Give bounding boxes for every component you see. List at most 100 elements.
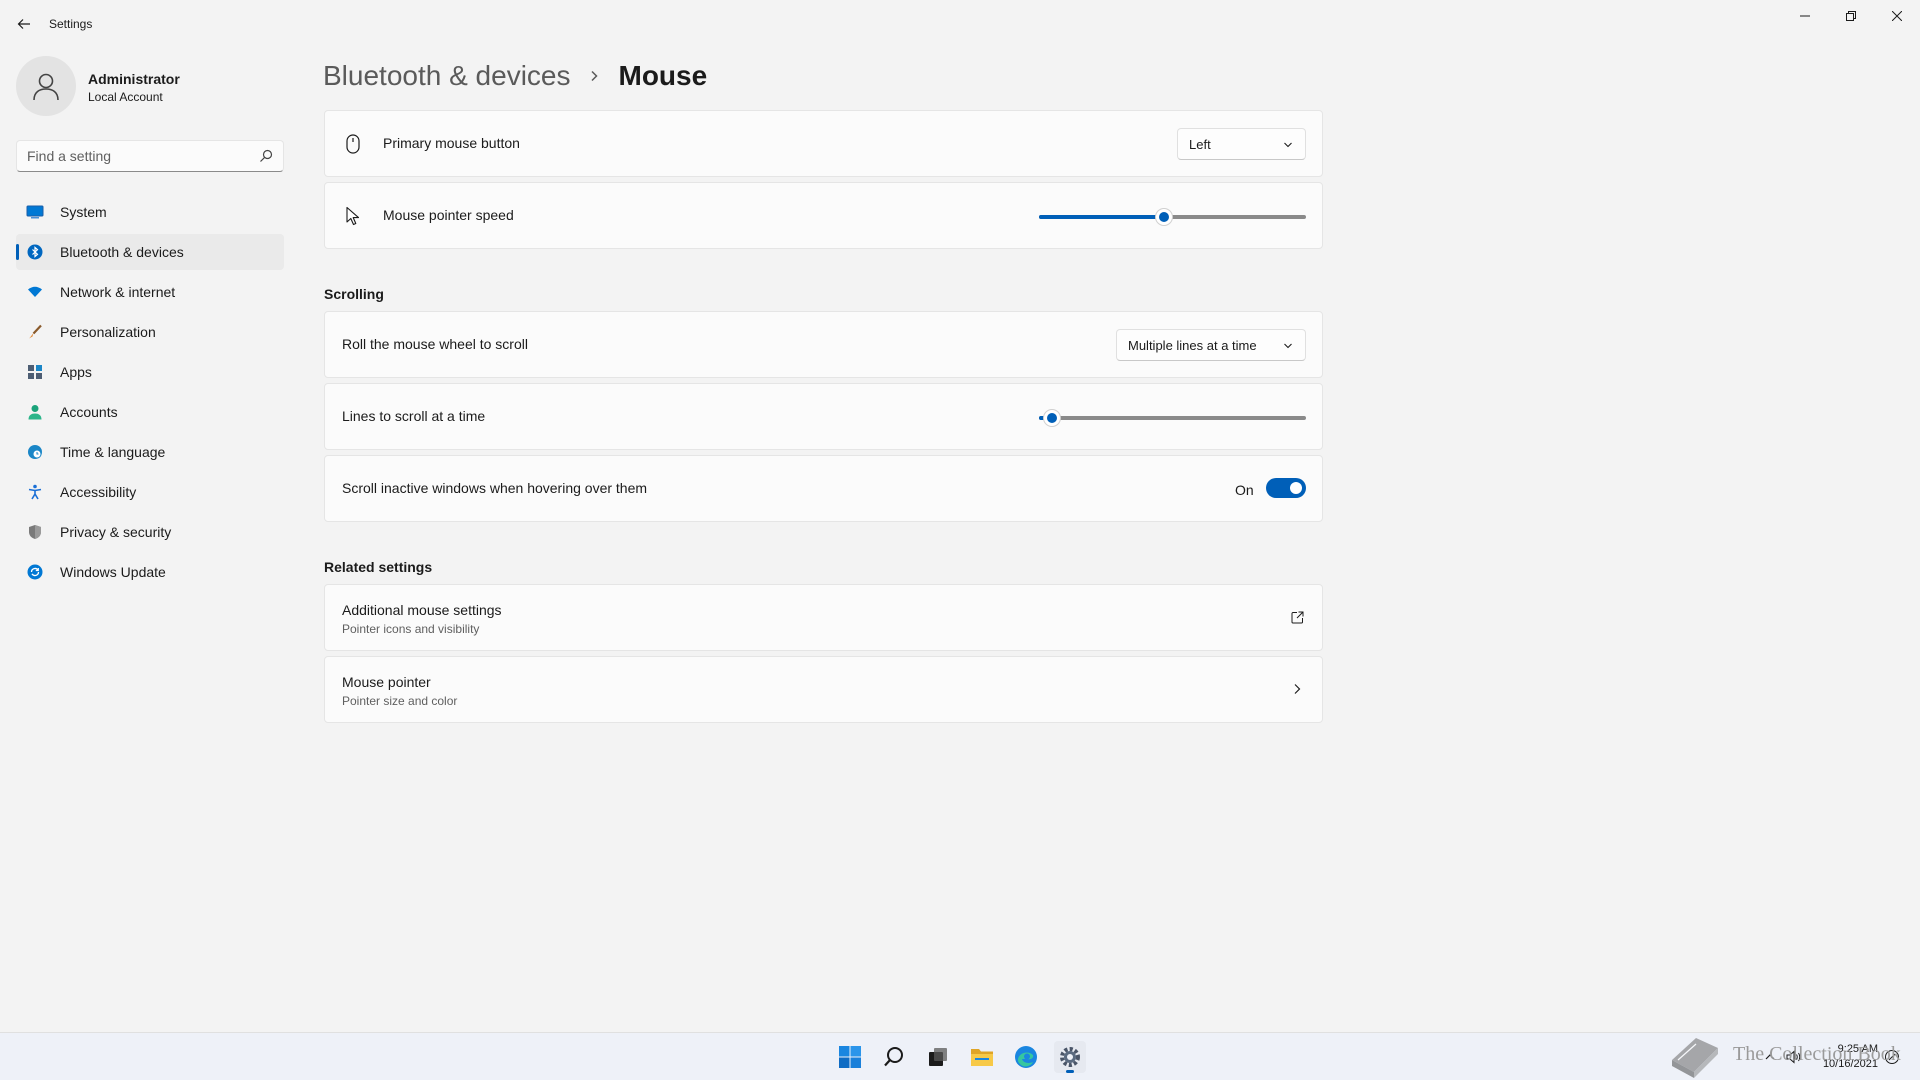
sidebar-item-label: Apps — [60, 364, 92, 380]
additional-mouse-settings-card[interactable]: Additional mouse settings Pointer icons … — [324, 584, 1323, 651]
apps-icon — [26, 363, 44, 381]
mouse-pointer-card[interactable]: Mouse pointer Pointer size and color — [324, 656, 1323, 723]
toggle-state-label: On — [1235, 482, 1254, 498]
primary-mouse-button-label: Primary mouse button — [383, 135, 520, 151]
lines-to-scroll-slider[interactable] — [1039, 409, 1306, 427]
sidebar-item-accounts[interactable]: Accounts — [16, 394, 284, 430]
update-icon — [26, 563, 44, 581]
book-watermark-icon — [1672, 1038, 1718, 1078]
sidebar-item-bluetooth-devices[interactable]: Bluetooth & devices — [16, 234, 284, 270]
mouse-pointer-speed-card: Mouse pointer speed — [324, 182, 1323, 249]
related-settings-title: Related settings — [324, 559, 433, 575]
chevron-right-icon — [589, 70, 601, 82]
minimize-icon — [1800, 15, 1810, 17]
sidebar-item-label: Accessibility — [60, 484, 137, 500]
sidebar-item-label: Bluetooth & devices — [60, 244, 184, 260]
close-button[interactable] — [1874, 0, 1920, 32]
task-view-icon — [929, 1048, 947, 1066]
search-box[interactable] — [16, 140, 284, 172]
wheel-scroll-dropdown[interactable]: Multiple lines at a time — [1116, 329, 1306, 361]
settings-icon — [1060, 1047, 1080, 1067]
back-button[interactable] — [10, 10, 38, 38]
sidebar-item-time-language[interactable]: Time & language — [16, 434, 284, 470]
dropdown-value: Left — [1189, 137, 1211, 152]
slider-thumb[interactable] — [1043, 409, 1061, 427]
lines-to-scroll-label: Lines to scroll at a time — [342, 408, 486, 424]
inactive-scroll-card: Scroll inactive windows when hovering ov… — [324, 455, 1323, 522]
wheel-scroll-card: Roll the mouse wheel to scroll Multiple … — [324, 311, 1323, 378]
inactive-scroll-label: Scroll inactive windows when hovering ov… — [342, 480, 648, 496]
card-title: Mouse pointer — [342, 674, 431, 690]
open-external-icon — [1289, 609, 1305, 625]
sidebar-item-personalization[interactable]: Personalization — [16, 314, 284, 350]
sidebar-item-label: Time & language — [60, 444, 166, 460]
brush-icon — [26, 323, 44, 341]
back-arrow-icon — [17, 19, 30, 29]
restore-button[interactable] — [1828, 0, 1874, 32]
system-icon — [26, 203, 44, 221]
sidebar-item-windows-update[interactable]: Windows Update — [16, 554, 284, 590]
edge-button[interactable] — [1010, 1041, 1042, 1073]
toggle-knob — [1290, 482, 1302, 494]
task-view-button[interactable] — [922, 1041, 954, 1073]
wheel-scroll-label: Roll the mouse wheel to scroll — [342, 336, 528, 352]
minimize-button[interactable] — [1782, 0, 1828, 32]
scrolling-section-title: Scrolling — [324, 286, 384, 302]
chevron-right-icon — [1289, 681, 1305, 697]
dropdown-value: Multiple lines at a time — [1128, 338, 1257, 353]
slider-fill — [1039, 215, 1164, 219]
close-icon — [1892, 11, 1902, 21]
card-title: Additional mouse settings — [342, 602, 502, 618]
profile-account-type: Local Account — [88, 90, 163, 104]
primary-mouse-button-card: Primary mouse button Left — [324, 110, 1323, 177]
sidebar-item-label: Accounts — [60, 404, 118, 420]
edge-icon — [1015, 1046, 1037, 1068]
globe-clock-icon — [26, 443, 44, 461]
breadcrumb-parent-link[interactable]: Bluetooth & devices — [323, 60, 571, 92]
bluetooth-icon — [26, 243, 44, 261]
chevron-down-icon — [1284, 142, 1292, 148]
pointer-speed-slider[interactable] — [1039, 208, 1306, 226]
settings-taskbar-button[interactable] — [1054, 1041, 1086, 1073]
lines-to-scroll-card: Lines to scroll at a time — [324, 383, 1323, 450]
start-button[interactable] — [834, 1041, 866, 1073]
taskbar-search-button[interactable] — [878, 1041, 910, 1073]
page-title: Mouse — [618, 60, 708, 91]
breadcrumb: Bluetooth & devices Mouse — [323, 56, 707, 96]
search-input[interactable] — [27, 148, 247, 164]
title-bar: Settings — [0, 0, 1920, 48]
sidebar-item-label: Windows Update — [60, 564, 166, 580]
inactive-scroll-toggle[interactable] — [1266, 478, 1306, 498]
app-title: Settings — [49, 17, 93, 31]
watermark-text: The Collection Book — [1733, 1043, 1901, 1065]
sidebar-item-network[interactable]: Network & internet — [16, 274, 284, 310]
shield-icon — [26, 523, 44, 541]
card-subtitle: Pointer size and color — [342, 694, 458, 708]
mouse-pointer-speed-label: Mouse pointer speed — [383, 207, 514, 223]
sidebar-item-label: System — [60, 204, 107, 220]
wifi-icon — [26, 283, 44, 301]
slider-thumb[interactable] — [1155, 208, 1173, 226]
sidebar-item-apps[interactable]: Apps — [16, 354, 284, 390]
person-avatar-icon — [33, 73, 59, 101]
sidebar-nav: System Bluetooth & devices Network & int… — [16, 194, 284, 594]
taskbar: 9:25 AM 10/16/2021 — [0, 1032, 1920, 1080]
user-profile[interactable]: Administrator Local Account — [16, 56, 286, 118]
sidebar-item-system[interactable]: System — [16, 194, 284, 230]
profile-name: Administrator — [88, 71, 180, 87]
file-explorer-button[interactable] — [966, 1041, 998, 1073]
sidebar-item-accessibility[interactable]: Accessibility — [16, 474, 284, 510]
start-icon — [839, 1046, 861, 1068]
chevron-down-icon — [1284, 343, 1292, 349]
accessibility-icon — [26, 483, 44, 501]
sidebar-item-privacy-security[interactable]: Privacy & security — [16, 514, 284, 550]
file-explorer-icon — [971, 1049, 993, 1066]
active-app-indicator — [1066, 1070, 1074, 1073]
primary-mouse-button-dropdown[interactable]: Left — [1177, 128, 1306, 160]
avatar — [16, 56, 76, 116]
card-subtitle: Pointer icons and visibility — [342, 622, 480, 636]
pointer-arrow-icon — [343, 205, 363, 227]
sidebar-item-label: Network & internet — [60, 284, 176, 300]
restore-icon — [1846, 11, 1856, 21]
search-icon[interactable] — [259, 149, 273, 163]
